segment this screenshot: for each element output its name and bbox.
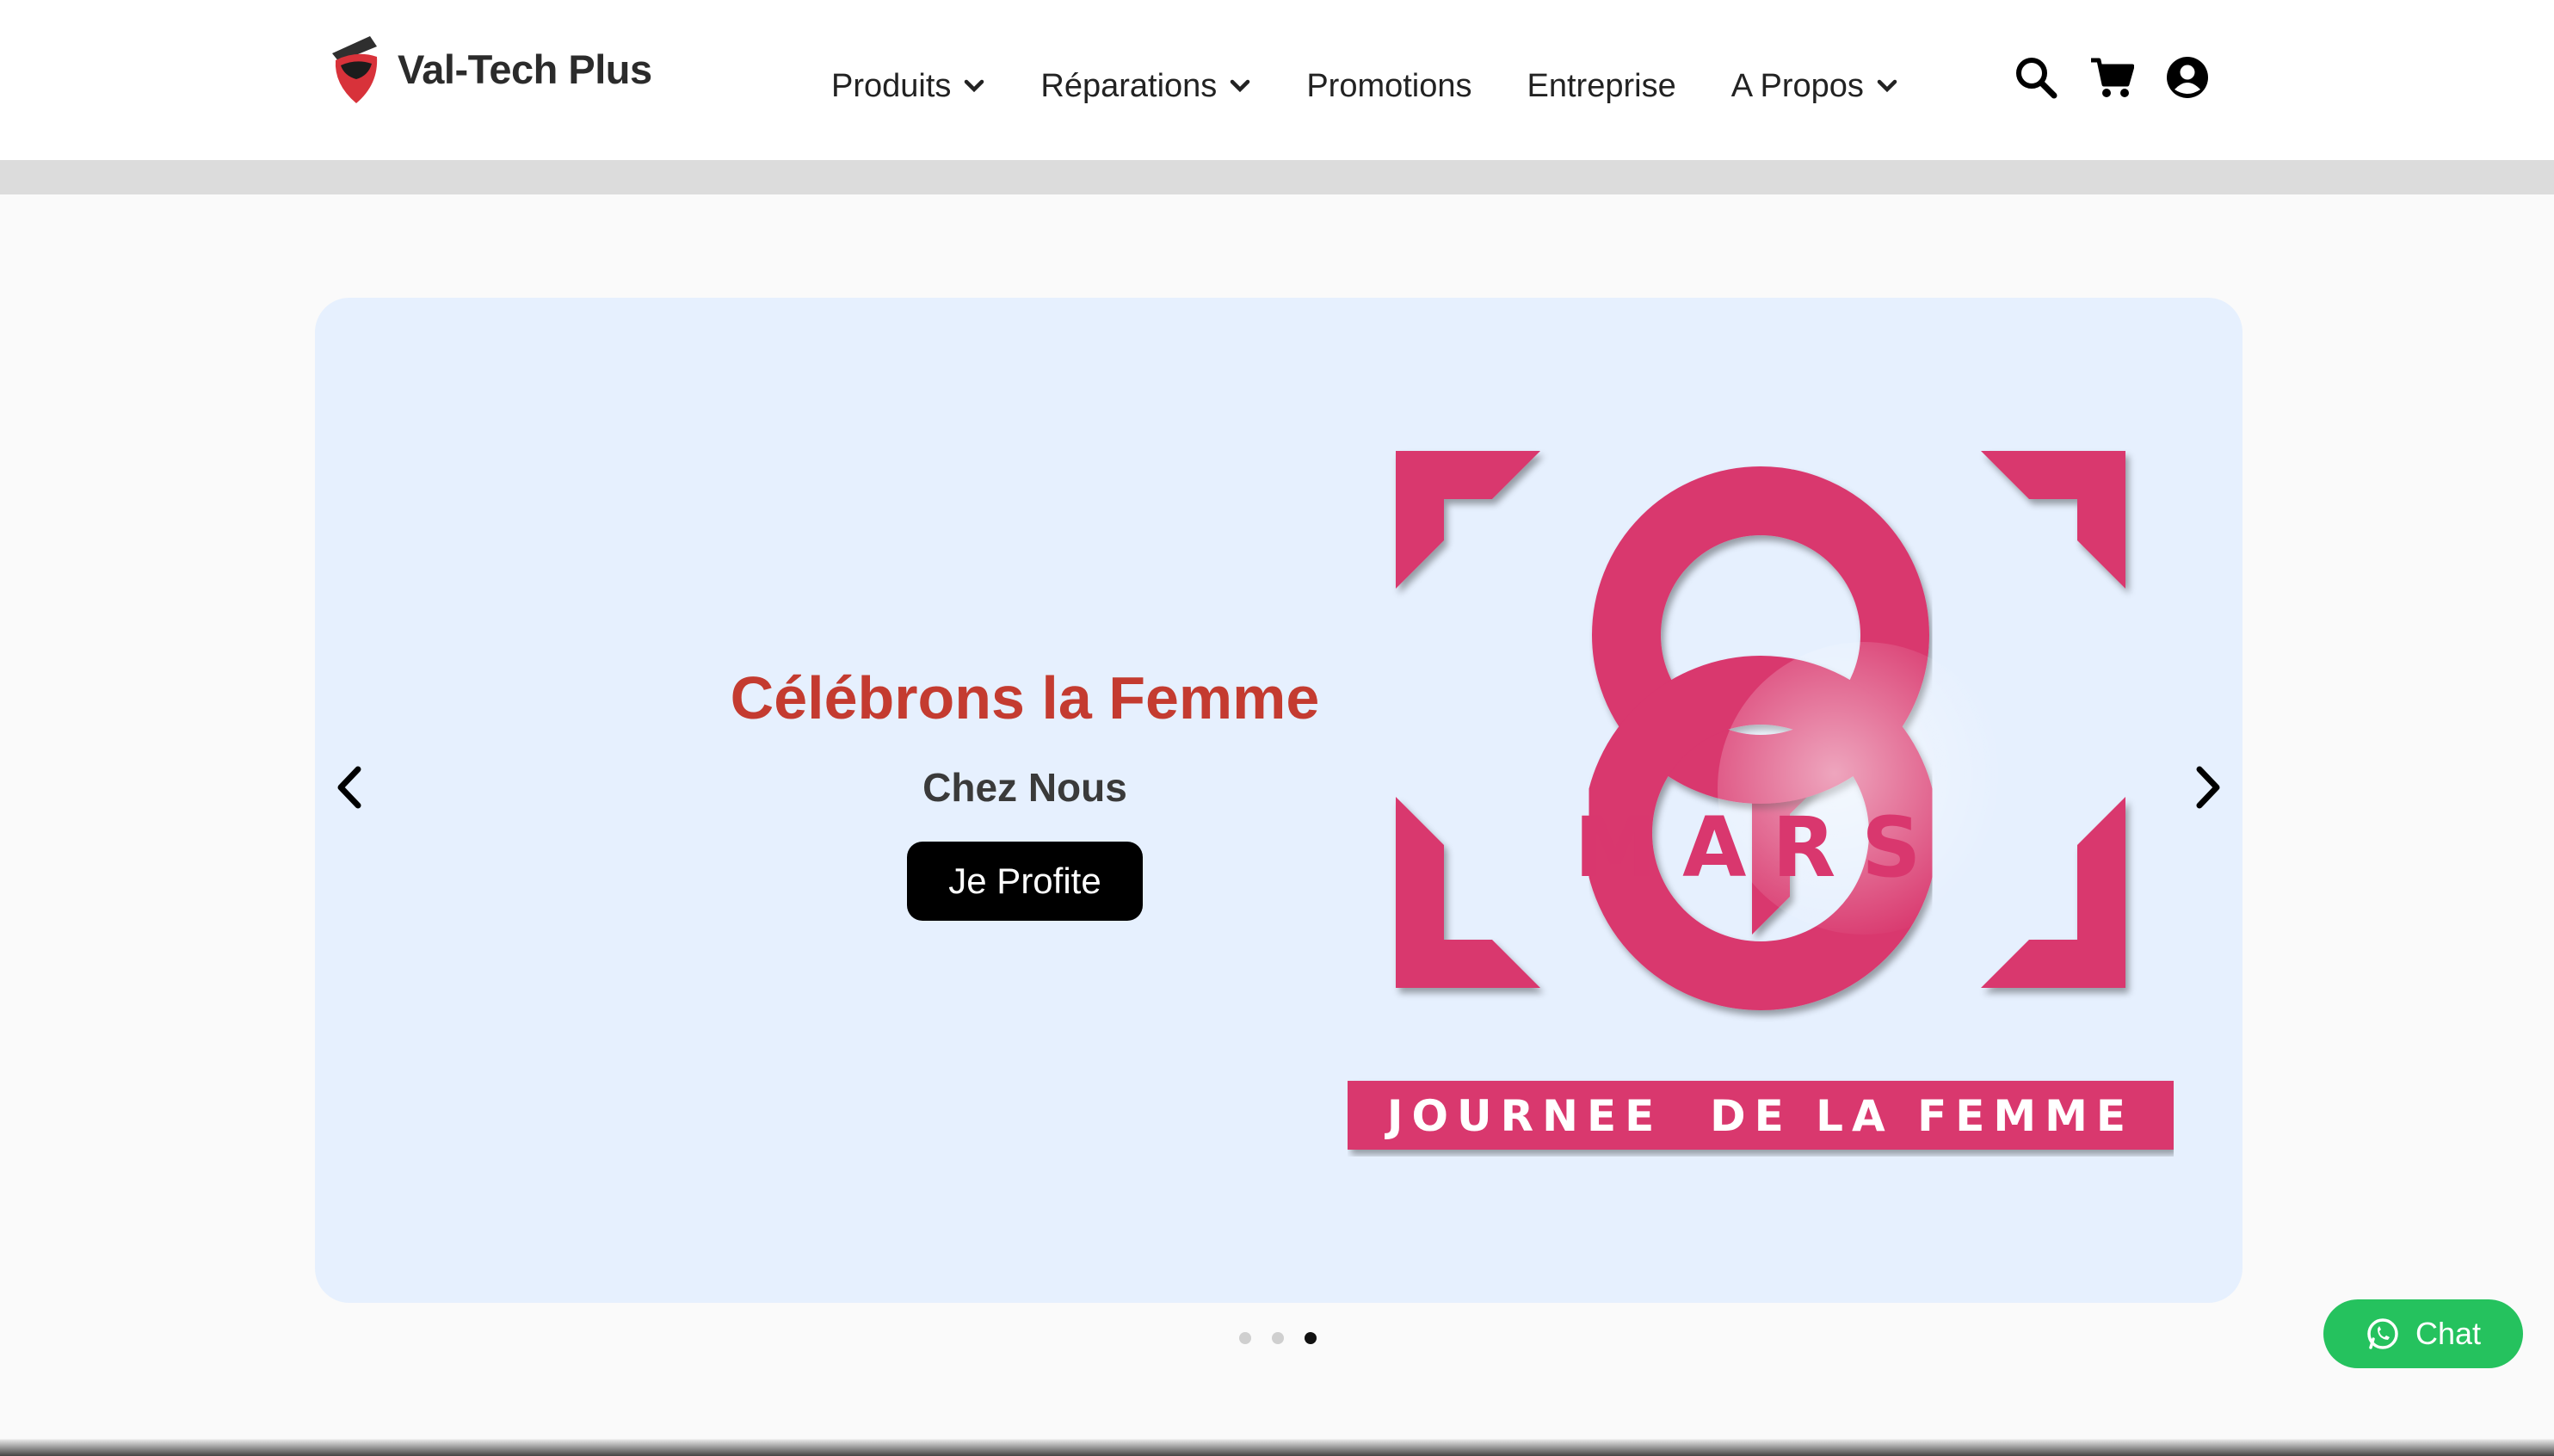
- logo-mark-icon: [332, 36, 378, 103]
- nav-label: Produits: [831, 67, 952, 104]
- slider-next-arrow-icon[interactable]: [2187, 757, 2230, 817]
- slider-dot[interactable]: [1239, 1332, 1251, 1344]
- page-bottom-edge: [0, 1422, 2554, 1456]
- art-banner-text: JOURNEE DE LA FEMME: [1385, 1091, 2134, 1141]
- chevron-down-icon: [1877, 79, 1897, 93]
- nav-item-reparations[interactable]: Réparations: [1040, 68, 1251, 105]
- cart-icon[interactable]: [2089, 55, 2134, 100]
- hero-slider: Célébrons la Femme Chez Nous Je Profite: [315, 298, 2242, 1303]
- art-word: MARS: [1575, 799, 1947, 896]
- search-icon[interactable]: [2014, 55, 2058, 100]
- nav-item-entreprise[interactable]: Entreprise: [1527, 68, 1676, 105]
- site-header: Val-Tech Plus Produits Réparations Promo…: [0, 0, 2554, 160]
- slider-pagination: [1239, 1332, 1317, 1344]
- nav-label: Réparations: [1040, 67, 1218, 104]
- main-nav: Produits Réparations Promotions Entrepri…: [831, 60, 1953, 112]
- brand-name: Val-Tech Plus: [398, 46, 652, 92]
- brand-logo[interactable]: Val-Tech Plus: [327, 31, 652, 107]
- nav-label: Promotions: [1306, 67, 1472, 104]
- header-actions: [2014, 52, 2210, 103]
- nav-item-produits[interactable]: Produits: [831, 68, 985, 105]
- slider-prev-arrow-icon[interactable]: [327, 757, 370, 817]
- chat-label: Chat: [2415, 1316, 2482, 1351]
- header-divider: [0, 160, 2554, 194]
- nav-label: A Propos: [1730, 67, 1864, 104]
- chevron-down-icon: [1231, 79, 1250, 93]
- womens-day-artwork: MARS JOURNEE DE LA FEMME: [1348, 451, 2174, 1150]
- slider-dot[interactable]: [1272, 1332, 1284, 1344]
- whatsapp-icon: [2367, 1318, 2398, 1349]
- nav-item-a-propos[interactable]: A Propos: [1731, 68, 1898, 105]
- nav-label: Entreprise: [1527, 67, 1676, 104]
- slider-dot-active[interactable]: [1305, 1332, 1317, 1344]
- nav-item-promotions[interactable]: Promotions: [1306, 68, 1471, 105]
- cta-button[interactable]: Je Profite: [907, 842, 1143, 921]
- chevron-down-icon: [965, 79, 984, 93]
- chat-button[interactable]: Chat: [2323, 1299, 2523, 1368]
- user-account-icon[interactable]: [2165, 55, 2210, 100]
